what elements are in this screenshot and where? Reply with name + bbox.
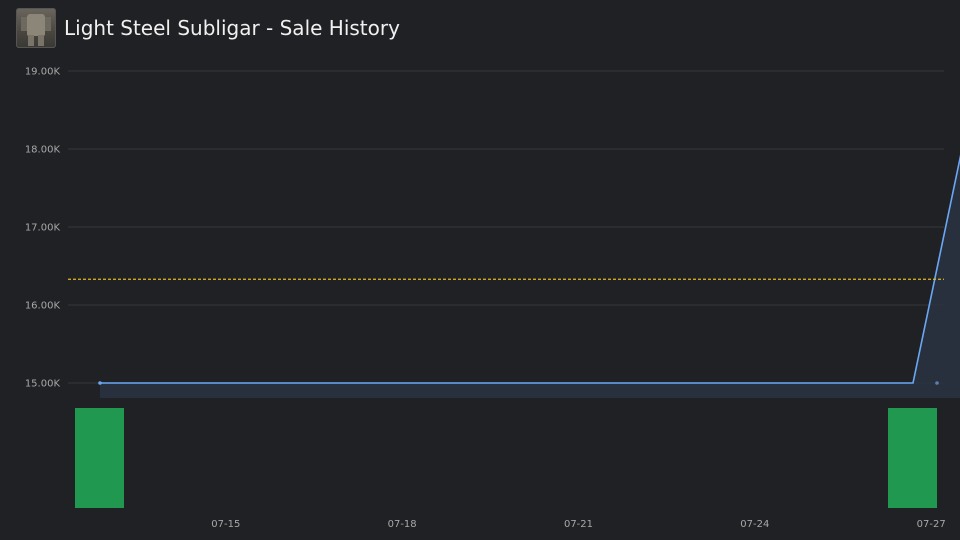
y-tick-label: 15.00K: [25, 379, 61, 390]
y-tick-label: 16.00K: [25, 301, 61, 312]
sale-history-chart: 15.00K 16.00K 17.00K 18.00K 19.00K 07-15 07-18…: [25, 67, 960, 530]
x-tick-label: 07-27: [917, 519, 946, 530]
series-area: [100, 158, 960, 398]
data-point: [935, 381, 939, 385]
data-point: [98, 381, 102, 385]
volume-bar: [888, 408, 937, 508]
volume-bar: [75, 408, 124, 508]
x-tick-label: 07-24: [740, 519, 769, 530]
x-tick-label: 07-18: [388, 519, 417, 530]
x-tick-label: 07-15: [211, 519, 240, 530]
y-tick-label: 18.00K: [25, 145, 61, 156]
series-line: [100, 154, 960, 384]
y-tick-label: 19.00K: [25, 67, 61, 78]
y-tick-label: 17.00K: [25, 223, 61, 234]
x-tick-label: 07-21: [564, 519, 593, 530]
